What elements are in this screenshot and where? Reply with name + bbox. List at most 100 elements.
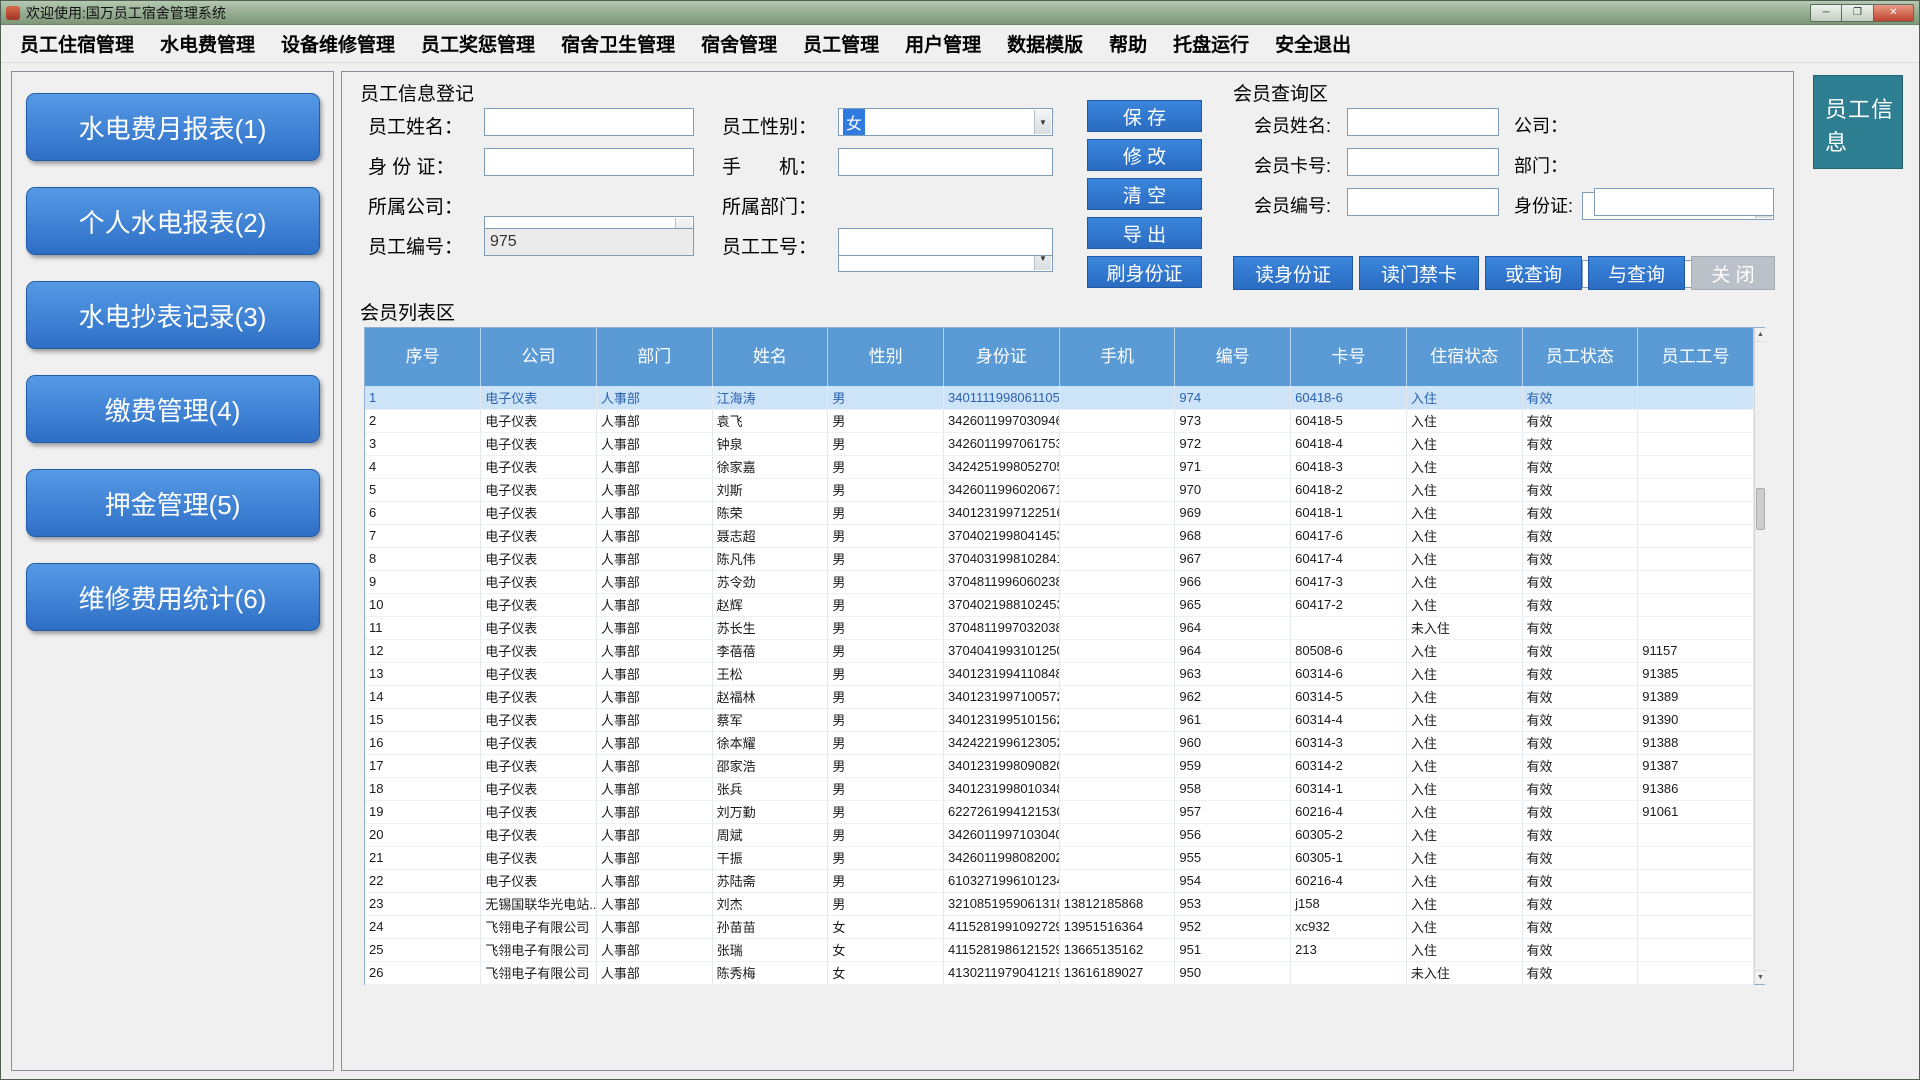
table-row[interactable]: 1电子仪表人事部江海涛男3401111998061105...97460418-… [365,386,1754,409]
scroll-up-icon[interactable]: ▲ [1755,328,1766,342]
column-header[interactable]: 手机 [1059,328,1175,386]
menu-item[interactable]: 宿舍管理 [688,25,790,62]
cell [1059,455,1175,478]
column-header[interactable]: 卡号 [1291,328,1407,386]
table-row[interactable]: 17电子仪表人事部邵家浩男3401231998090820...95960314… [365,754,1754,777]
menu-item[interactable]: 员工奖惩管理 [408,25,548,62]
menu-item[interactable]: 托盘运行 [1160,25,1262,62]
close-button[interactable]: ✕ [1874,4,1914,22]
table-row[interactable]: 19电子仪表人事部刘万勤男6227261994121530...95760216… [365,800,1754,823]
table-row[interactable]: 10电子仪表人事部赵辉男3704021988102453...96560417-… [365,593,1754,616]
menu-item[interactable]: 设备维修管理 [268,25,408,62]
scroll-down-icon[interactable]: ▼ [1755,970,1766,984]
menu-item[interactable]: 水电费管理 [147,25,268,62]
cell: 91389 [1638,685,1754,708]
column-header[interactable]: 身份证 [944,328,1060,386]
maximize-button[interactable]: ❐ [1842,4,1874,22]
employee-info-button[interactable]: 员工信息 [1813,75,1903,169]
sidebar-report-button[interactable]: 押金管理(5) [26,469,320,537]
column-header[interactable]: 住宿状态 [1406,328,1522,386]
close-query-button[interactable]: 关 闭 [1691,256,1775,290]
member-card-input[interactable] [1347,148,1499,176]
menu-item[interactable]: 用户管理 [892,25,994,62]
table-row[interactable]: 11电子仪表人事部苏长生男3704811997032038...964未入住有效 [365,616,1754,639]
cell: 入住 [1406,662,1522,685]
table-row[interactable]: 22电子仪表人事部苏陆斋男6103271996101234...95460216… [365,869,1754,892]
read-id-button[interactable]: 读身份证 [1233,256,1353,290]
sidebar-report-button[interactable]: 维修费用统计(6) [26,563,320,631]
table-row[interactable]: 24飞翎电子有限公司人事部孙苗苗女4115281991092729...1395… [365,915,1754,938]
cell: 3426011996020671... [944,478,1060,501]
vertical-scrollbar[interactable]: ▲ ▼ [1754,328,1766,984]
sidebar-report-button[interactable]: 水电抄表记录(3) [26,281,320,349]
cell: 男 [828,800,944,823]
column-header[interactable]: 公司 [481,328,597,386]
table-row[interactable]: 7电子仪表人事部聂志超男3704021998041453...96860417-… [365,524,1754,547]
menu-item[interactable]: 员工管理 [790,25,892,62]
query-idcard-input[interactable] [1594,188,1774,216]
idcard-input[interactable] [484,148,694,176]
column-header[interactable]: 员工工号 [1638,328,1754,386]
phone-input[interactable] [838,148,1053,176]
table-row[interactable]: 12电子仪表人事部李蓓蓓男3704041993101250...96480508… [365,639,1754,662]
scrollbar-thumb[interactable] [1756,488,1765,530]
cell [1638,823,1754,846]
export-button[interactable]: 导 出 [1087,217,1202,249]
table-row[interactable]: 6电子仪表人事部陈荣男3401231997122516...96960418-1… [365,501,1754,524]
cell: 男 [828,731,944,754]
menu-item[interactable]: 员工住宿管理 [7,25,147,62]
work-number-input[interactable] [838,228,1053,256]
modify-button[interactable]: 修 改 [1087,139,1202,171]
read-access-button[interactable]: 读门禁卡 [1359,256,1479,290]
cell: 男 [828,846,944,869]
menu-item[interactable]: 数据模版 [994,25,1096,62]
employee-number-input[interactable] [484,228,694,256]
table-row[interactable]: 9电子仪表人事部苏令劲男3704811996060238...96660417-… [365,570,1754,593]
member-name-input[interactable] [1347,108,1499,136]
sidebar-report-button[interactable]: 缴费管理(4) [26,375,320,443]
cell: 人事部 [596,593,712,616]
table-row[interactable]: 18电子仪表人事部张兵男3401231998010348...95860314-… [365,777,1754,800]
table-row[interactable]: 15电子仪表人事部蔡军男3401231995101562...96160314-… [365,708,1754,731]
cell: 60417-6 [1291,524,1407,547]
table-row[interactable]: 26飞翎电子有限公司人事部陈秀梅女4130211979041219...1361… [365,961,1754,984]
cell: 953 [1175,892,1291,915]
minimize-button[interactable]: ─ [1810,4,1842,22]
swipe-id-button[interactable]: 刷身份证 [1087,256,1202,288]
content-area: 水电费月报表(1) 个人水电报表(2) 水电抄表记录(3) 缴费管理(4) 押金管理(5… [1,63,1919,1079]
sidebar-report-button[interactable]: 水电费月报表(1) [26,93,320,161]
table-row[interactable]: 25飞翎电子有限公司人事部张瑞女4115281986121529...13665… [365,938,1754,961]
column-header[interactable]: 姓名 [712,328,828,386]
cell: 973 [1175,409,1291,432]
save-button[interactable]: 保 存 [1087,100,1202,132]
column-header[interactable]: 编号 [1175,328,1291,386]
member-number-input[interactable] [1347,188,1499,216]
menu-item[interactable]: 帮助 [1096,25,1160,62]
table-row[interactable]: 3电子仪表人事部钟泉男3426011997061753...97260418-4… [365,432,1754,455]
table-row[interactable]: 21电子仪表人事部干振男3426011998082002...95560305-… [365,846,1754,869]
cell: 女 [828,915,944,938]
or-query-button[interactable]: 或查询 [1485,256,1582,290]
and-query-button[interactable]: 与查询 [1588,256,1685,290]
table-row[interactable]: 23无锡国联华光电站...人事部刘杰男3210851959061318...13… [365,892,1754,915]
column-header[interactable]: 员工状态 [1522,328,1638,386]
clear-button[interactable]: 清 空 [1087,178,1202,210]
menu-item[interactable]: 安全退出 [1262,25,1364,62]
table-row[interactable]: 4电子仪表人事部徐家嘉男3424251998052705...97160418-… [365,455,1754,478]
table-row[interactable]: 5电子仪表人事部刘斯男3426011996020671...97060418-2… [365,478,1754,501]
cell: 电子仪表 [481,662,597,685]
column-header[interactable]: 部门 [596,328,712,386]
table-row[interactable]: 20电子仪表人事部周斌男3426011997103040...95660305-… [365,823,1754,846]
column-header[interactable]: 序号 [365,328,481,386]
cell: 蔡军 [712,708,828,731]
table-row[interactable]: 13电子仪表人事部王松男3401231994110848...96360314-… [365,662,1754,685]
table-row[interactable]: 14电子仪表人事部赵福林男3401231997100572...96260314… [365,685,1754,708]
employee-name-input[interactable] [484,108,694,136]
gender-select[interactable]: 女 ▼ [838,108,1053,136]
sidebar-report-button[interactable]: 个人水电报表(2) [26,187,320,255]
table-row[interactable]: 8电子仪表人事部陈凡伟男3704031998102841...96760417-… [365,547,1754,570]
menu-item[interactable]: 宿舍卫生管理 [548,25,688,62]
column-header[interactable]: 性别 [828,328,944,386]
table-row[interactable]: 2电子仪表人事部袁飞男3426011997030946...97360418-5… [365,409,1754,432]
table-row[interactable]: 16电子仪表人事部徐本耀男3424221996123052...96060314… [365,731,1754,754]
